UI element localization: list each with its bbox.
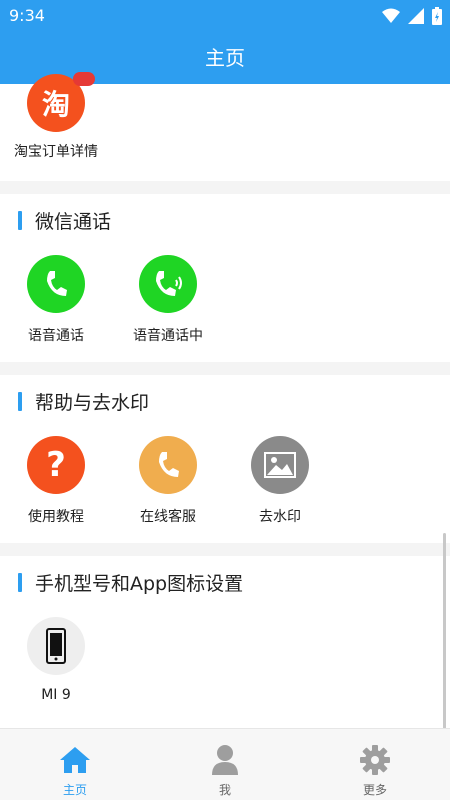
- tile-tutorial[interactable]: ? 使用教程: [0, 436, 112, 526]
- question-icon: ?: [27, 436, 85, 494]
- tile-phone-model[interactable]: MI 9: [0, 617, 112, 703]
- page-title: 主页: [205, 46, 245, 70]
- section-help: 帮助与去水印 ? 使用教程 在线客服 去水印: [0, 375, 450, 543]
- taobao-icon-text: 淘: [41, 88, 70, 121]
- tile-label: 去水印: [259, 509, 301, 525]
- bottom-nav: 主页 我 更多: [0, 728, 450, 800]
- section-header: 手机型号和App图标设置: [18, 571, 244, 595]
- section-taobao: 淘 淘宝订单详情: [0, 72, 450, 181]
- battery-icon: [432, 7, 442, 25]
- status-time: 9:34: [9, 6, 45, 25]
- nav-more[interactable]: 更多: [325, 743, 425, 798]
- nav-label: 主页: [62, 783, 87, 797]
- section-wechat-call: 微信通话 语音通话 语音通话中: [0, 194, 450, 362]
- wifi-icon: [382, 8, 400, 23]
- gear-icon: [325, 743, 425, 777]
- tile-label: 使用教程: [28, 509, 84, 525]
- tile-label: 淘宝订单详情: [14, 144, 98, 160]
- tile-online-service[interactable]: 在线客服: [112, 436, 224, 526]
- section-accent-bar: [18, 391, 22, 411]
- home-icon: [25, 743, 125, 777]
- status-bar: 9:34: [0, 0, 450, 33]
- section-title: 微信通话: [35, 210, 112, 233]
- nav-label: 更多: [362, 783, 387, 797]
- section-accent-bar: [18, 210, 22, 230]
- phone-calling-icon: [139, 255, 197, 313]
- tile-label: 在线客服: [140, 509, 196, 525]
- phone-icon: [139, 436, 197, 494]
- tile-voice-call[interactable]: 语音通话: [0, 255, 112, 345]
- section-title: 帮助与去水印: [35, 391, 150, 414]
- phone-icon: [27, 255, 85, 313]
- nav-label: 我: [218, 783, 231, 797]
- section-title: 手机型号和App图标设置: [35, 572, 244, 595]
- badge-icon: [73, 72, 95, 86]
- tile-label: 语音通话: [28, 328, 84, 344]
- person-icon: [175, 743, 275, 777]
- tile-label: MI 9: [41, 687, 71, 703]
- scrollbar[interactable]: [443, 533, 446, 729]
- section-phone-model: 手机型号和App图标设置 MI 9: [0, 556, 450, 728]
- section-accent-bar: [18, 572, 22, 592]
- tile-remove-watermark[interactable]: 去水印: [224, 436, 336, 526]
- section-header: 微信通话: [18, 209, 112, 233]
- section-header: 帮助与去水印: [18, 390, 150, 414]
- tile-voice-calling[interactable]: 语音通话中: [112, 255, 224, 345]
- tile-label: 语音通话中: [133, 328, 203, 344]
- nav-home[interactable]: 主页: [25, 743, 125, 798]
- signal-icon: [408, 8, 424, 24]
- status-icons: [382, 7, 442, 25]
- tile-taobao-order[interactable]: 淘 淘宝订单详情: [0, 72, 112, 174]
- smartphone-icon: [27, 617, 85, 675]
- taobao-icon: 淘: [27, 72, 95, 132]
- nav-me[interactable]: 我: [175, 743, 275, 798]
- image-icon: [251, 436, 309, 494]
